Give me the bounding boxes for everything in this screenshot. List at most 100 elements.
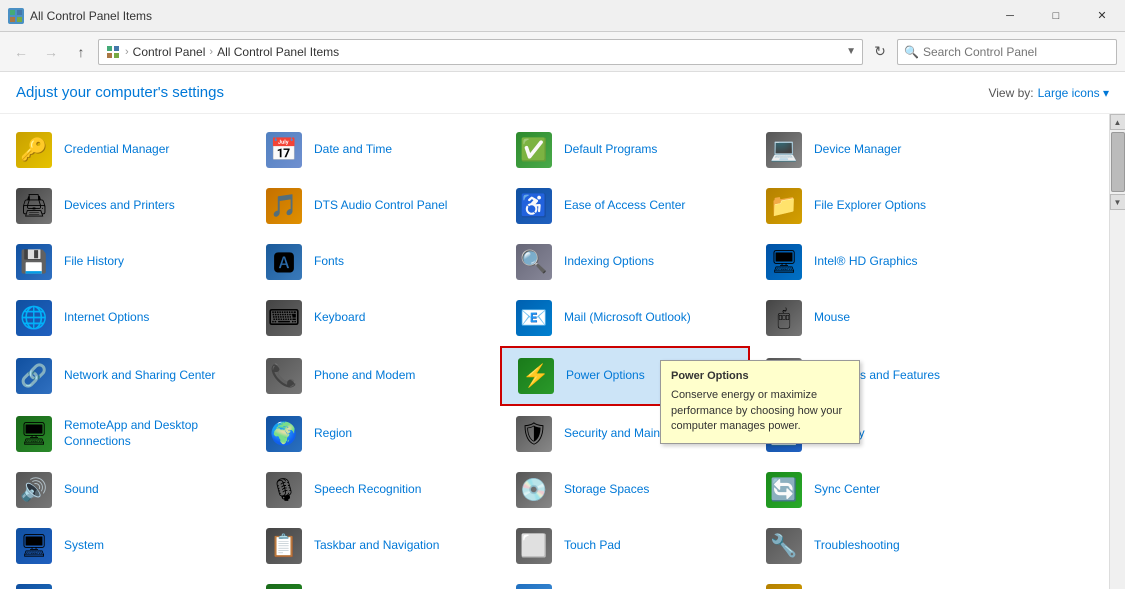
item-windows-defender[interactable]: 🛡Windows Defender Firewall bbox=[250, 574, 500, 589]
item-remoteapp[interactable]: 🖥 RemoteApp and Desktop Connections bbox=[0, 406, 250, 462]
network-sharing-label: Network and Sharing Center bbox=[64, 368, 215, 384]
devices-printers-label: Devices and Printers bbox=[64, 198, 175, 214]
system-icon: 🖥 bbox=[14, 526, 54, 566]
view-by: View by: Large icons ▾ bbox=[988, 86, 1109, 100]
item-troubleshooting[interactable]: 🔧Troubleshooting bbox=[750, 518, 1000, 574]
item-region[interactable]: 🌍Region bbox=[250, 406, 500, 462]
windows-defender-icon: 🛡 bbox=[264, 582, 304, 589]
region-icon: 🌍 bbox=[264, 414, 304, 454]
mail-icon: 📧 bbox=[514, 298, 554, 338]
intel-hd-icon: 🖥 bbox=[764, 242, 804, 282]
windows-mobility-icon: 📱 bbox=[514, 582, 554, 589]
troubleshooting-icon: 🔧 bbox=[764, 526, 804, 566]
power-options-tooltip: Power Options Conserve energy or maximiz… bbox=[660, 360, 860, 444]
ease-access-label: Ease of Access Center bbox=[564, 198, 685, 214]
item-sound[interactable]: 🔊Sound bbox=[0, 462, 250, 518]
page-header: Adjust your computer's settings View by:… bbox=[0, 72, 1125, 114]
scrollbar-thumb[interactable] bbox=[1111, 132, 1125, 192]
item-system[interactable]: 🖥 System bbox=[0, 518, 250, 574]
storage-spaces-icon: 💿 bbox=[514, 470, 554, 510]
path-sep2: › bbox=[209, 46, 213, 58]
search-icon: 🔍 bbox=[904, 45, 919, 59]
item-internet-options[interactable]: 🌐 Internet Options bbox=[0, 290, 250, 346]
tooltip-description: Conserve energy or maximize performance … bbox=[671, 388, 849, 434]
item-storage-spaces[interactable]: 💿 Storage Spaces bbox=[500, 462, 750, 518]
item-dts-audio[interactable]: 🎵DTS Audio Control Panel bbox=[250, 178, 500, 234]
item-phone-modem[interactable]: 📞 Phone and Modem bbox=[250, 346, 500, 406]
file-explorer-label: File Explorer Options bbox=[814, 198, 926, 214]
phone-modem-label: Phone and Modem bbox=[314, 368, 415, 384]
network-sharing-icon: 🔗 bbox=[14, 356, 54, 396]
item-network-sharing[interactable]: 🔗 Network and Sharing Center bbox=[0, 346, 250, 406]
file-history-icon: 💾 bbox=[14, 242, 54, 282]
item-device-manager[interactable]: 💻Device Manager bbox=[750, 122, 1000, 178]
internet-options-icon: 🌐 bbox=[14, 298, 54, 338]
device-manager-label: Device Manager bbox=[814, 142, 901, 158]
item-ease-access[interactable]: ♿Ease of Access Center bbox=[500, 178, 750, 234]
item-file-history[interactable]: 💾File History bbox=[0, 234, 250, 290]
view-by-dropdown[interactable]: Large icons ▾ bbox=[1038, 86, 1109, 100]
touchpad-label: Touch Pad bbox=[564, 538, 621, 554]
item-speech[interactable]: 🎙Speech Recognition bbox=[250, 462, 500, 518]
item-credential-manager[interactable]: 🔑Credential Manager bbox=[0, 122, 250, 178]
remoteapp-label: RemoteApp and Desktop Connections bbox=[64, 418, 236, 449]
address-bar: ← → ↑ › Control Panel › All Control Pane… bbox=[0, 32, 1125, 72]
keyboard-icon: ⌨ bbox=[264, 298, 304, 338]
close-button[interactable]: ✕ bbox=[1079, 0, 1125, 32]
items-container: 🔑Credential Manager📅Date and Time✅Defaul… bbox=[0, 114, 1109, 589]
title-bar: All Control Panel Items ─ □ ✕ bbox=[0, 0, 1125, 32]
indexing-label: Indexing Options bbox=[564, 254, 654, 270]
address-path[interactable]: › Control Panel › All Control Panel Item… bbox=[98, 39, 863, 65]
storage-spaces-label: Storage Spaces bbox=[564, 482, 649, 498]
credential-manager-label: Credential Manager bbox=[64, 142, 169, 158]
item-keyboard[interactable]: ⌨Keyboard bbox=[250, 290, 500, 346]
item-devices-printers[interactable]: 🖨Devices and Printers bbox=[0, 178, 250, 234]
date-time-label: Date and Time bbox=[314, 142, 392, 158]
system-label: System bbox=[64, 538, 104, 554]
phone-modem-icon: 📞 bbox=[264, 356, 304, 396]
item-sync-center[interactable]: 🔄 Sync Center bbox=[750, 462, 1000, 518]
item-mouse[interactable]: 🖱Mouse bbox=[750, 290, 1000, 346]
item-mail[interactable]: 📧Mail (Microsoft Outlook) bbox=[500, 290, 750, 346]
scrollbar-down[interactable]: ▼ bbox=[1110, 194, 1125, 210]
app-icon bbox=[8, 8, 24, 24]
power-options-icon: ⚡ bbox=[516, 356, 556, 396]
item-date-time[interactable]: 📅Date and Time bbox=[250, 122, 500, 178]
title-bar-left: All Control Panel Items bbox=[8, 8, 152, 24]
sound-label: Sound bbox=[64, 482, 99, 498]
remoteapp-icon: 🖥 bbox=[14, 414, 54, 454]
search-input[interactable] bbox=[923, 45, 1110, 59]
scrollbar[interactable]: ▲ ▼ bbox=[1109, 114, 1125, 589]
dts-audio-icon: 🎵 bbox=[264, 186, 304, 226]
work-folders-icon: 📁 bbox=[764, 582, 804, 589]
maximize-button[interactable]: □ bbox=[1033, 0, 1079, 32]
item-file-explorer[interactable]: 📁 File Explorer Options bbox=[750, 178, 1000, 234]
item-touchpad[interactable]: ⬜Touch Pad bbox=[500, 518, 750, 574]
item-default-programs[interactable]: ✅Default Programs bbox=[500, 122, 750, 178]
window-controls: ─ □ ✕ bbox=[987, 0, 1125, 32]
items-grid: 🔑Credential Manager📅Date and Time✅Defaul… bbox=[0, 122, 1109, 589]
item-intel-hd[interactable]: 🖥 Intel® HD Graphics bbox=[750, 234, 1000, 290]
item-taskbar[interactable]: 📋Taskbar and Navigation bbox=[250, 518, 500, 574]
search-box[interactable]: 🔍 bbox=[897, 39, 1117, 65]
default-programs-label: Default Programs bbox=[564, 142, 657, 158]
forward-button[interactable]: → bbox=[38, 39, 64, 65]
scrollbar-up[interactable]: ▲ bbox=[1110, 114, 1125, 130]
dropdown-arrow[interactable]: ▼ bbox=[846, 46, 856, 57]
minimize-button[interactable]: ─ bbox=[987, 0, 1033, 32]
back-button[interactable]: ← bbox=[8, 39, 34, 65]
sync-center-icon: 🔄 bbox=[764, 470, 804, 510]
up-button[interactable]: ↑ bbox=[68, 39, 94, 65]
taskbar-label: Taskbar and Navigation bbox=[314, 538, 439, 554]
item-indexing[interactable]: 🔍Indexing Options bbox=[500, 234, 750, 290]
item-fonts[interactable]: 🅰Fonts bbox=[250, 234, 500, 290]
path-all-items: All Control Panel Items bbox=[217, 45, 339, 59]
item-windows-mobility[interactable]: 📱Windows Mobility Center bbox=[500, 574, 750, 589]
internet-options-label: Internet Options bbox=[64, 310, 149, 326]
refresh-button[interactable]: ↻ bbox=[867, 39, 893, 65]
intel-hd-label: Intel® HD Graphics bbox=[814, 254, 918, 270]
sync-center-label: Sync Center bbox=[814, 482, 880, 498]
item-work-folders[interactable]: 📁Work Folders bbox=[750, 574, 1000, 589]
item-user-accounts[interactable]: 👤User Accounts bbox=[0, 574, 250, 589]
file-explorer-icon: 📁 bbox=[764, 186, 804, 226]
